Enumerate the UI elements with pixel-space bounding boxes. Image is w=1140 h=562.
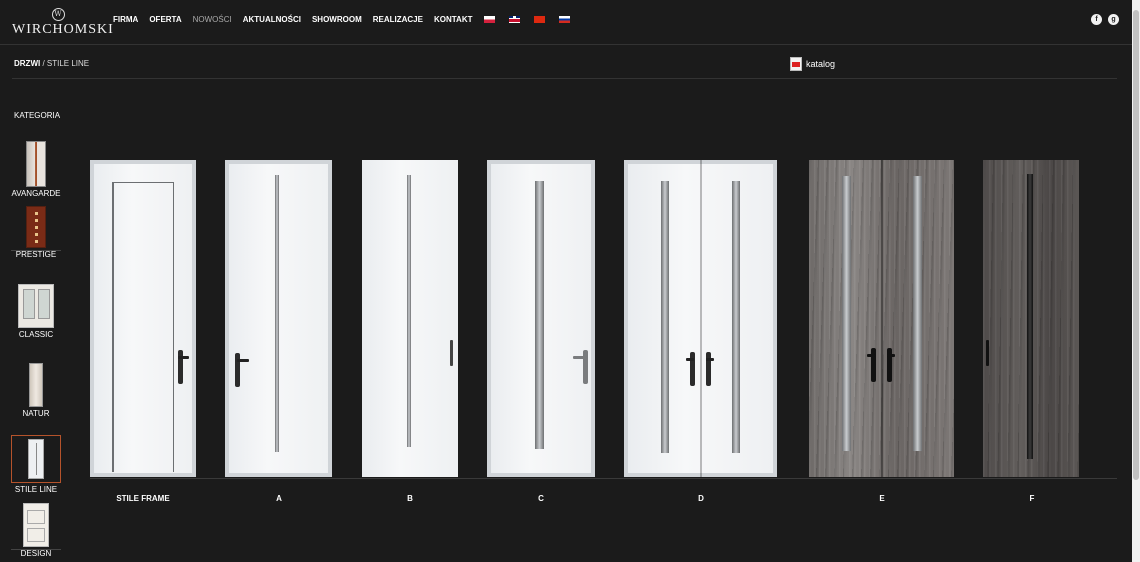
door-c[interactable] [487,160,595,477]
gallery-baseline [90,478,1117,479]
nav-item-aktualnosci[interactable]: AKTUALNOŚCI [243,15,301,24]
door-d[interactable] [624,160,777,477]
nav-item-nowosci[interactable]: NOWOŚCI [193,15,232,24]
nav-item-realizacje[interactable]: REALIZACJE [373,15,423,24]
door-a[interactable] [225,160,332,477]
prestige-thumbnail [26,206,46,248]
door-b[interactable] [362,160,458,477]
door-seam [881,160,883,477]
katalog-label: katalog [806,59,836,69]
classic-thumbnail [18,284,54,328]
brand-logo[interactable]: W WIRCHOMSKI [12,8,114,38]
door-handle-left-icon [867,348,879,382]
logo-mark-icon: W [51,8,65,21]
breadcrumb-current: STILE LINE [46,59,90,68]
sidebar-item-avangarde[interactable]: AVANGARDE [11,141,61,198]
door-groove [1027,174,1033,459]
sidebar-item-stile-line[interactable]: STILE LINE [11,435,61,494]
sidebar-item-label: AVANGARDE [11,189,61,198]
door-handle-icon [986,340,989,366]
page-scrollbar[interactable] [1132,0,1140,562]
door-seam [700,160,702,477]
nav-item-showroom[interactable]: SHOWROOM [312,15,362,24]
stile-line-thumbnail [28,439,44,479]
door-handle-right-icon [885,348,895,382]
door-groove-right [913,176,922,451]
door-label-f[interactable]: F [972,494,1092,503]
breadcrumb-divider [12,78,1117,79]
door-handle-icon [176,350,189,384]
sidebar-item-classic[interactable]: CLASSIC [11,284,61,339]
sidebar-item-label: DESIGN [20,549,52,558]
logo-text: WIRCHOMSKI [12,22,114,37]
door-handle-left-icon [686,352,698,386]
nav-item-kontakt[interactable]: KONTAKT [434,15,473,24]
door-label-e[interactable]: E [822,494,942,503]
scrollbar-thumb[interactable] [1133,10,1139,480]
door-label-stile-frame[interactable]: STILE FRAME [83,494,203,503]
door-f[interactable] [983,160,1079,477]
door-groove [535,181,544,449]
googleplus-icon[interactable]: g [1108,14,1119,25]
door-label-d[interactable]: D [641,494,761,503]
door-inlay [112,182,174,472]
sidebar-item-label: STILE LINE [14,485,58,494]
door-stile-frame[interactable] [90,160,196,477]
facebook-icon[interactable]: f [1091,14,1102,25]
breadcrumb-parent[interactable]: DRZWI [14,59,40,68]
door-groove-right [732,181,740,453]
breadcrumb-separator: / [40,59,47,68]
sidebar-divider [11,250,61,251]
sidebar-item-prestige[interactable]: PRESTIGE [11,206,61,259]
door-label-b[interactable]: B [350,494,470,503]
sidebar-item-design[interactable]: DESIGN [11,503,61,558]
flag-pl-icon[interactable] [484,16,496,23]
door-handle-icon [233,353,249,387]
door-e[interactable] [809,160,954,477]
sidebar-item-label: PRESTIGE [15,250,57,259]
header-divider [0,44,1132,45]
natur-thumbnail [29,363,43,407]
door-groove-left [842,176,851,451]
main-nav: FIRMA OFERTA NOWOŚCI AKTUALNOŚCI SHOWROO… [113,15,584,24]
sidebar-item-natur[interactable]: NATUR [11,363,61,418]
breadcrumb: DRZWI / STILE LINE [14,59,89,68]
sidebar-heading: KATEGORIA [14,111,61,120]
door-label-a[interactable]: A [219,494,339,503]
katalog-link[interactable]: katalog [790,57,835,71]
sidebar-item-label: NATUR [22,409,50,418]
door-groove [275,175,279,452]
flag-cn-icon[interactable] [534,16,546,23]
flag-ru-icon[interactable] [559,16,571,23]
avangarde-thumbnail [26,141,46,187]
door-label-c[interactable]: C [481,494,601,503]
sidebar-divider [11,549,61,550]
nav-item-firma[interactable]: FIRMA [113,15,138,24]
design-thumbnail [23,503,49,547]
sidebar-item-label: CLASSIC [18,330,54,339]
pdf-icon [790,57,802,71]
door-handle-icon [450,340,453,366]
flag-en-icon[interactable] [509,16,521,23]
door-groove-left [661,181,669,453]
door-handle-icon [573,350,591,384]
nav-item-oferta[interactable]: OFERTA [149,15,181,24]
selected-frame [11,435,61,483]
door-groove [407,175,411,447]
door-handle-right-icon [704,352,714,386]
